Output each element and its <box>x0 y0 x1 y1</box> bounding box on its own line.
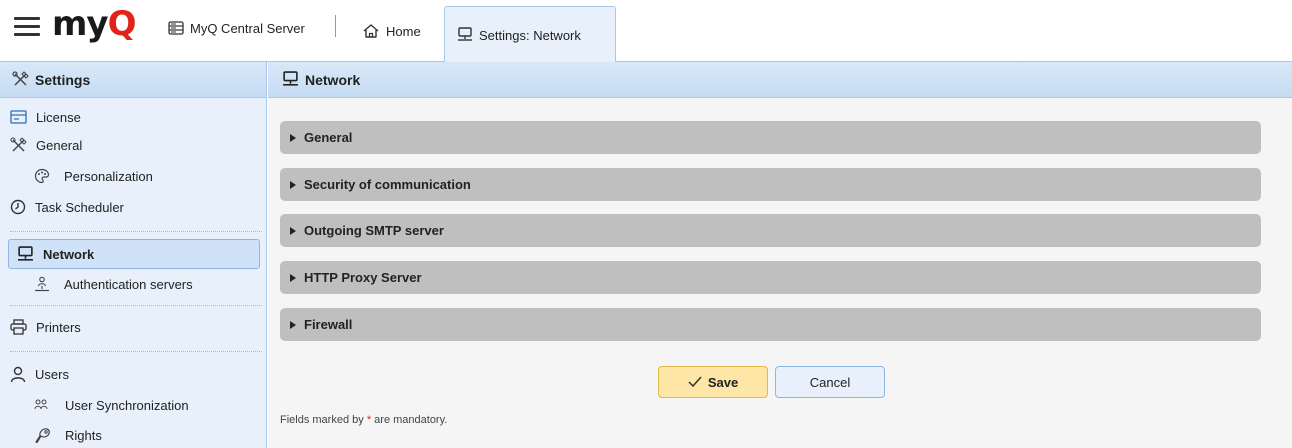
tab-label: Home <box>386 23 421 39</box>
section-security-of-communication[interactable]: Security of communication <box>280 168 1261 201</box>
page-title: Network <box>305 71 361 88</box>
sidebar-item-label: Authentication servers <box>64 276 193 292</box>
sidebar-divider <box>10 351 262 352</box>
sidebar-item-task-scheduler[interactable]: Task Scheduler <box>10 194 124 220</box>
divider <box>335 15 336 37</box>
sidebar-divider <box>10 231 262 232</box>
page-header: Network <box>268 62 1292 98</box>
section-label: Firewall <box>304 317 353 332</box>
user-icon <box>10 366 26 382</box>
section-outgoing-smtp-server[interactable]: Outgoing SMTP server <box>280 214 1261 247</box>
mandatory-fields-note: Fields marked by * are mandatory. <box>280 414 448 426</box>
main-panel: Network General Security of communicatio… <box>268 62 1292 448</box>
hamburger-menu-icon[interactable] <box>14 16 40 38</box>
expand-triangle-icon <box>290 273 296 282</box>
section-firewall[interactable]: Firewall <box>280 308 1261 341</box>
tab-home[interactable]: Home <box>362 18 421 44</box>
tools-icon <box>10 136 27 151</box>
network-icon <box>283 71 298 86</box>
myq-logo[interactable]: myQ <box>52 4 136 44</box>
expand-triangle-icon <box>290 320 296 329</box>
sidebar-item-label: Users <box>35 366 69 382</box>
sidebar-header: Settings <box>0 62 266 98</box>
section-http-proxy-server[interactable]: HTTP Proxy Server <box>280 261 1261 294</box>
server-label[interactable]: MyQ Central Server <box>168 17 305 39</box>
sidebar-item-label: User Synchronization <box>65 397 189 413</box>
tab-label: Settings: Network <box>479 27 581 43</box>
home-icon <box>363 24 379 38</box>
top-bar: myQ MyQ Central Server Home Settings: Ne… <box>0 0 1292 63</box>
required-star: * <box>366 414 372 426</box>
sidebar-item-label: Printers <box>36 319 81 335</box>
sidebar-item-authentication-servers[interactable]: Authentication servers <box>34 271 193 297</box>
sidebar-divider <box>10 305 262 306</box>
section-label: Outgoing SMTP server <box>304 223 444 238</box>
sidebar-item-label: Personalization <box>64 168 153 184</box>
sidebar-item-users[interactable]: Users <box>10 361 69 387</box>
auth-server-icon <box>35 276 49 292</box>
expand-triangle-icon <box>290 180 296 189</box>
sidebar-item-printers[interactable]: Printers <box>10 314 81 340</box>
server-icon <box>168 21 184 35</box>
palette-icon <box>34 168 50 184</box>
checkmark-icon <box>688 376 702 388</box>
sidebar-item-personalization[interactable]: Personalization <box>34 163 153 189</box>
sidebar-item-rights[interactable]: Rights <box>34 422 102 448</box>
tab-settings-network[interactable]: Settings: Network <box>444 6 616 63</box>
clock-icon <box>10 199 26 215</box>
save-button[interactable]: Save <box>658 366 768 398</box>
rights-icon <box>35 427 50 443</box>
sidebar-item-label: Task Scheduler <box>35 199 124 215</box>
expand-triangle-icon <box>290 133 296 142</box>
sidebar-title: Settings <box>35 71 91 88</box>
server-label-text: MyQ Central Server <box>190 20 305 36</box>
section-label: Security of communication <box>304 177 471 192</box>
sidebar-item-label: Rights <box>65 427 102 443</box>
sidebar-item-label: General <box>36 137 83 153</box>
section-general[interactable]: General <box>280 121 1261 154</box>
sidebar-item-general[interactable]: General <box>10 132 82 158</box>
section-label: General <box>304 130 353 145</box>
sidebar-item-license[interactable]: License <box>10 104 81 130</box>
printer-icon <box>10 319 27 335</box>
network-icon <box>458 27 472 41</box>
license-icon <box>10 110 27 124</box>
cancel-button-label: Cancel <box>809 374 851 390</box>
tools-icon <box>12 71 29 86</box>
user-sync-icon <box>34 399 48 410</box>
save-button-label: Save <box>707 374 739 390</box>
expand-triangle-icon <box>290 226 296 235</box>
sidebar-item-label: License <box>36 109 81 125</box>
network-icon <box>18 245 33 261</box>
section-label: HTTP Proxy Server <box>304 270 422 285</box>
cancel-button[interactable]: Cancel <box>775 366 885 398</box>
settings-sidebar: Settings License General Personalization <box>0 62 267 448</box>
sidebar-item-user-synchronization[interactable]: User Synchronization <box>34 392 189 418</box>
sidebar-item-label: Network <box>43 246 95 262</box>
sidebar-item-network[interactable]: Network <box>8 239 260 269</box>
